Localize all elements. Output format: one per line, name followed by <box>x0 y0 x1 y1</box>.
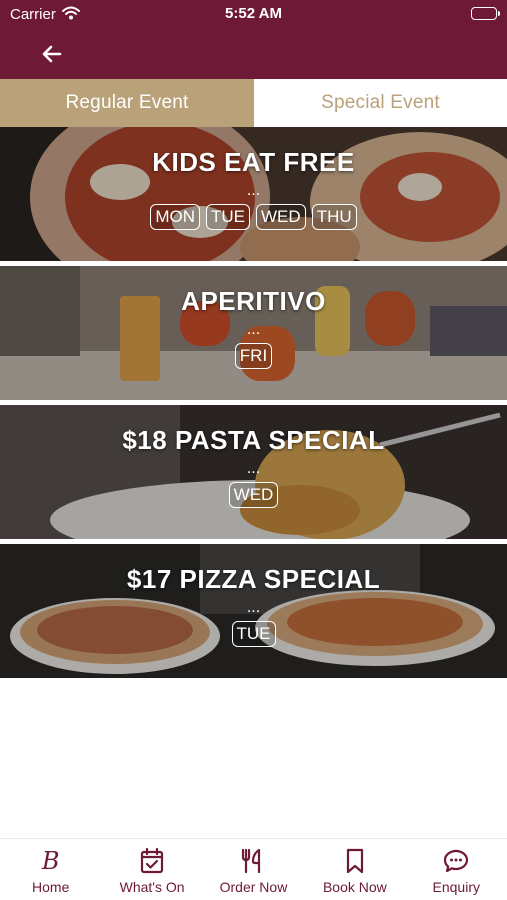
event-ellipsis: ... <box>246 321 261 338</box>
utensils-icon <box>239 847 267 875</box>
chat-bubble-icon <box>442 847 470 875</box>
day-chip: FRI <box>234 343 273 369</box>
battery-icon <box>471 7 500 20</box>
event-title: $18 PASTA SPECIAL <box>122 425 385 455</box>
calendar-check-icon <box>138 847 166 875</box>
day-chip: TUE <box>206 204 251 230</box>
brand-logo-icon: B <box>41 847 60 875</box>
day-chip-row: FRI <box>234 343 273 369</box>
day-chip: MON <box>150 204 201 230</box>
tab-bar-label: Order Now <box>219 879 288 895</box>
event-ellipsis: ... <box>246 182 261 199</box>
day-chip-row: WED <box>228 482 279 508</box>
tab-bar-label: Enquiry <box>432 879 480 895</box>
event-title: APERITIVO <box>181 286 326 316</box>
tab-bar-book-now[interactable]: Book Now <box>304 839 405 900</box>
tab-bar-order-now[interactable]: Order Now <box>203 839 304 900</box>
tab-bar-label: What's On <box>119 879 185 895</box>
tab-regular-event[interactable]: Regular Event <box>0 79 254 127</box>
tab-bar-label: Home <box>32 879 70 895</box>
day-chip: WED <box>256 204 306 230</box>
back-arrow-icon[interactable] <box>36 38 68 70</box>
status-bar: Carrier 5:52 AM <box>0 0 507 28</box>
day-chip: THU <box>311 204 357 230</box>
event-card-pasta-special[interactable]: $18 PASTA SPECIAL ... WED <box>0 405 507 539</box>
event-card-aperitivo[interactable]: APERITIVO ... FRI <box>0 266 507 400</box>
tab-special-event[interactable]: Special Event <box>254 79 507 127</box>
bottom-tab-bar: B Home What's On Order Now Book Now Enqu… <box>0 838 507 900</box>
event-card-kids-eat-free[interactable]: KIDS EAT FREE ... MON TUE WED THU <box>0 127 507 261</box>
tab-bar-home[interactable]: B Home <box>0 839 101 900</box>
day-chip: WED <box>228 482 279 508</box>
tab-bar-label: Book Now <box>322 879 387 895</box>
tab-bar-whats-on[interactable]: What's On <box>101 839 202 900</box>
event-card-pizza-special[interactable]: $17 PIZZA SPECIAL ... TUE <box>0 544 507 678</box>
day-chip: TUE <box>231 621 276 647</box>
event-list: KIDS EAT FREE ... MON TUE WED THU APERIT… <box>0 127 507 683</box>
bookmark-icon <box>341 847 369 875</box>
tab-bar-enquiry[interactable]: Enquiry <box>406 839 507 900</box>
status-time: 5:52 AM <box>225 5 282 22</box>
day-chip-row: MON TUE WED THU <box>150 204 357 230</box>
event-title: $17 PIZZA SPECIAL <box>126 564 381 594</box>
event-type-tabs: Regular Event Special Event <box>0 79 507 127</box>
event-title: KIDS EAT FREE <box>152 147 355 177</box>
event-ellipsis: ... <box>246 460 261 477</box>
event-ellipsis: ... <box>246 599 261 616</box>
nav-bar <box>0 28 507 79</box>
day-chip-row: TUE <box>231 621 276 647</box>
